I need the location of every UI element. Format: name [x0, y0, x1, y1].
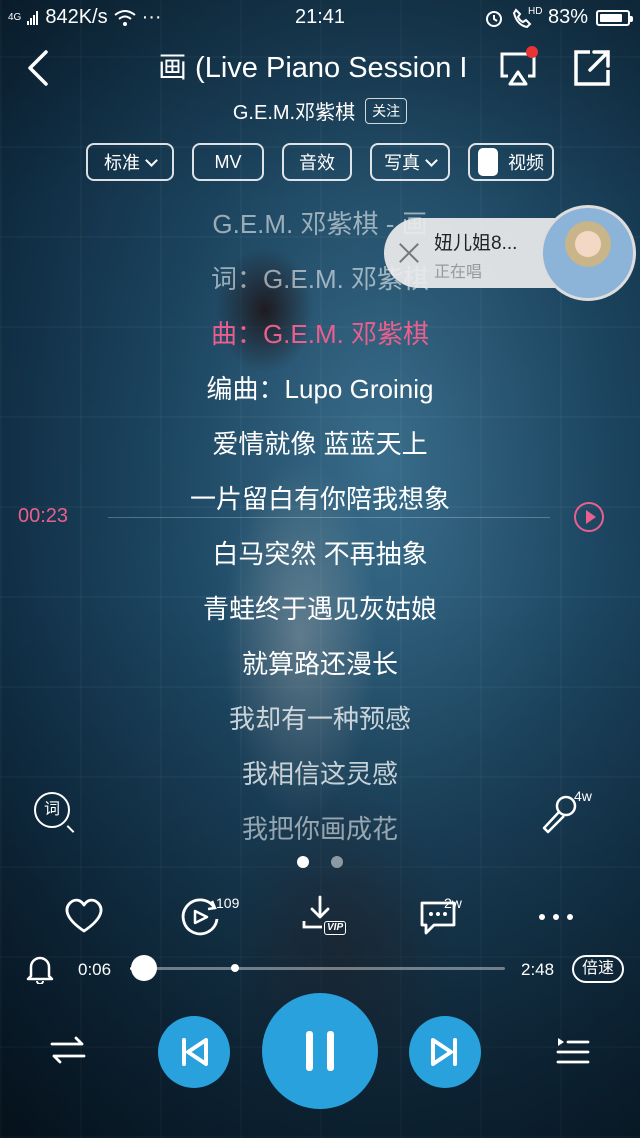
chevron-down-icon [425, 153, 438, 167]
song-title: 画 (Live Piano Session I [158, 52, 468, 84]
photo-button[interactable]: 写真 [370, 143, 450, 181]
lyric-line-current: 曲：G.E.M. 邓紫棋 [210, 319, 430, 349]
cast-button[interactable] [496, 46, 540, 88]
quality-label: 标准 [104, 153, 140, 173]
progress-mark [231, 964, 239, 972]
playlist-icon[interactable] [552, 1030, 592, 1070]
follow-button[interactable]: 关注 [365, 97, 408, 124]
skip-next-icon [431, 1038, 457, 1066]
battery-icon [596, 9, 633, 26]
battery-percent: 83% [547, 6, 588, 28]
lyric-line: 我相信这灵感 [241, 759, 398, 789]
status-right: HD 83% [484, 5, 633, 29]
lyric-line: 青蛙终于遇见灰姑娘 [202, 594, 437, 624]
video-button[interactable]: 视频 [468, 143, 554, 181]
lyric-seek-play-icon[interactable] [574, 502, 604, 532]
pause-button[interactable] [262, 993, 378, 1109]
singing-status: 正在唱 [434, 264, 483, 281]
lyric-line: 一片留白有你陪我想象 [189, 484, 450, 514]
photo-label: 写真 [384, 153, 420, 173]
hd-call-icon: HD [512, 5, 543, 28]
page-dot-active [297, 856, 309, 868]
close-icon[interactable] [398, 242, 420, 264]
artist-row: G.E.M.邓紫棋 关注 [0, 96, 640, 125]
vip-badge: VIP [324, 921, 347, 935]
karaoke-count: 4w [574, 788, 592, 804]
comment-count: 2w [444, 895, 462, 911]
video-toggle-icon [478, 148, 498, 176]
speed-button[interactable]: 倍速 [572, 955, 624, 983]
back-icon[interactable] [20, 48, 60, 88]
artist-name[interactable]: G.E.M.邓紫棋 [233, 96, 355, 125]
avatar[interactable] [540, 205, 636, 301]
progress-bar[interactable] [130, 955, 505, 981]
lyric-poster-icon[interactable]: 词 [34, 792, 70, 828]
total-time: 2:48 [521, 960, 555, 979]
alarm-icon [485, 10, 502, 27]
notification-dot [526, 46, 538, 58]
lyric-line: 爱情就像 蓝蓝天上 [212, 429, 428, 459]
heart-icon[interactable] [62, 895, 106, 935]
pause-icon [306, 1031, 334, 1071]
lyric-line: 就算路还漫长 [241, 649, 398, 679]
lyric-seek-line [108, 517, 550, 518]
quality-button[interactable]: 标准 [86, 143, 174, 181]
previous-button[interactable] [158, 1016, 230, 1088]
status-bar: 4G 842K/s ··· 21:41 HD 83% [0, 0, 640, 34]
mv-label: MV [214, 151, 242, 172]
lyric-line: 编曲：Lupo Groinig [206, 374, 434, 404]
battery-fill [600, 13, 622, 22]
download-button[interactable]: VIP [300, 893, 350, 937]
shuffle-icon[interactable] [48, 1030, 88, 1070]
more-icon[interactable] [534, 895, 578, 935]
sound-effect-button[interactable]: 音效 [282, 143, 352, 181]
page-dot [331, 856, 343, 868]
progress-thumb[interactable] [130, 955, 157, 981]
skip-previous-icon [182, 1038, 208, 1066]
video-label: 视频 [508, 153, 544, 173]
mv-button[interactable]: MV [192, 143, 264, 181]
share-icon[interactable] [570, 46, 614, 90]
next-button[interactable] [409, 1016, 481, 1088]
lyric-line: 我却有一种预感 [228, 704, 411, 734]
sound-effect-label: 音效 [299, 153, 335, 173]
bell-icon[interactable] [26, 954, 54, 984]
chevron-down-icon [145, 153, 158, 167]
page-indicator [0, 856, 640, 868]
lyric-line: 白马突然 不再抽象 [212, 539, 428, 569]
lyric-seek-time: 00:23 [18, 505, 69, 527]
singer-name: 妞儿姐8... [434, 233, 518, 254]
hd-label: HD [527, 5, 543, 17]
current-time: 0:06 [78, 960, 112, 979]
timer-count: 109 [216, 895, 240, 911]
